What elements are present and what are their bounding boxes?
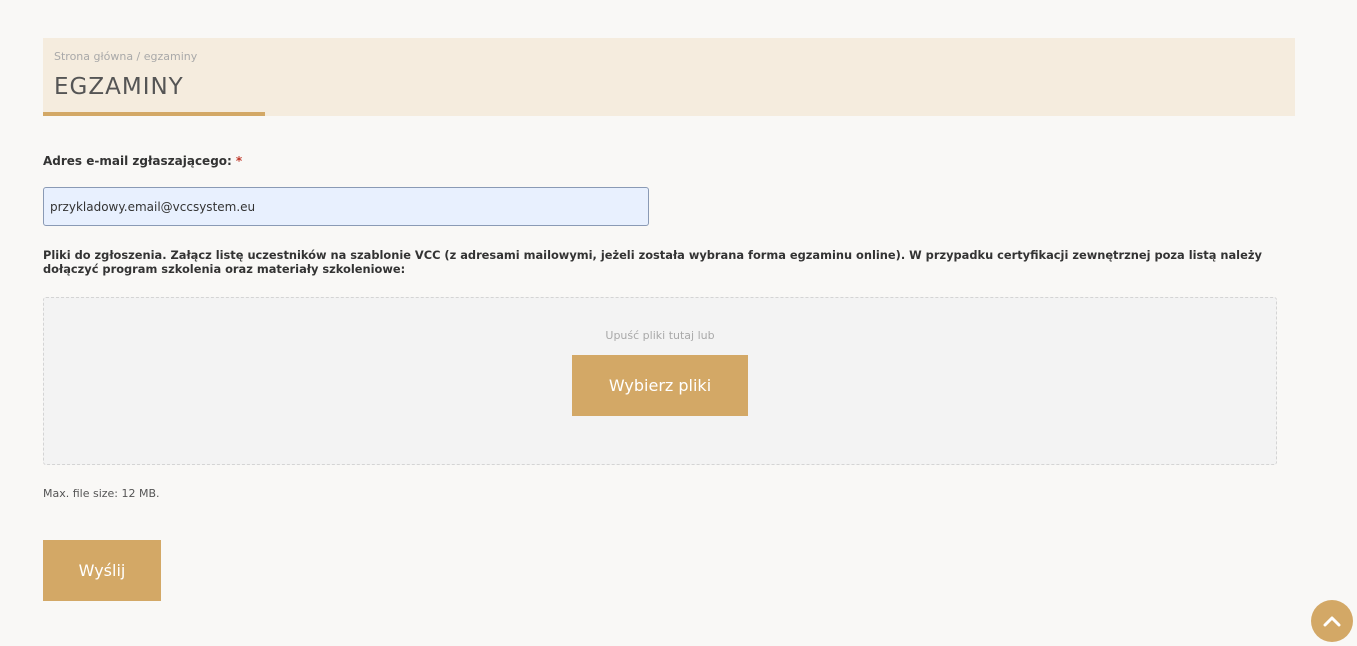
submit-button[interactable]: Wyślij [43,540,161,601]
breadcrumb[interactable]: Strona główna / egzaminy [54,50,197,63]
max-file-size-note: Max. file size: 12 MB. [43,487,160,500]
email-label: Adres e-mail zgłaszającego: * [43,154,242,168]
files-label: Pliki do zgłoszenia. Załącz listę uczest… [43,248,1262,276]
choose-files-button[interactable]: Wybierz pliki [572,355,748,416]
scroll-top-button[interactable] [1311,600,1353,642]
drop-hint: Upuść pliki tutaj lub [605,329,715,342]
email-label-text: Adres e-mail zgłaszającego: [43,154,232,168]
page: Strona główna / egzaminy EGZAMINY Adres … [0,0,1357,646]
chevron-up-icon [1323,616,1341,627]
email-input[interactable] [43,187,649,226]
page-title: EGZAMINY [54,74,184,100]
title-underline [43,112,265,116]
file-dropzone[interactable]: Upuść pliki tutaj lub Wybierz pliki [43,297,1277,465]
required-marker: * [235,154,243,168]
page-header: Strona główna / egzaminy EGZAMINY [43,38,1295,116]
